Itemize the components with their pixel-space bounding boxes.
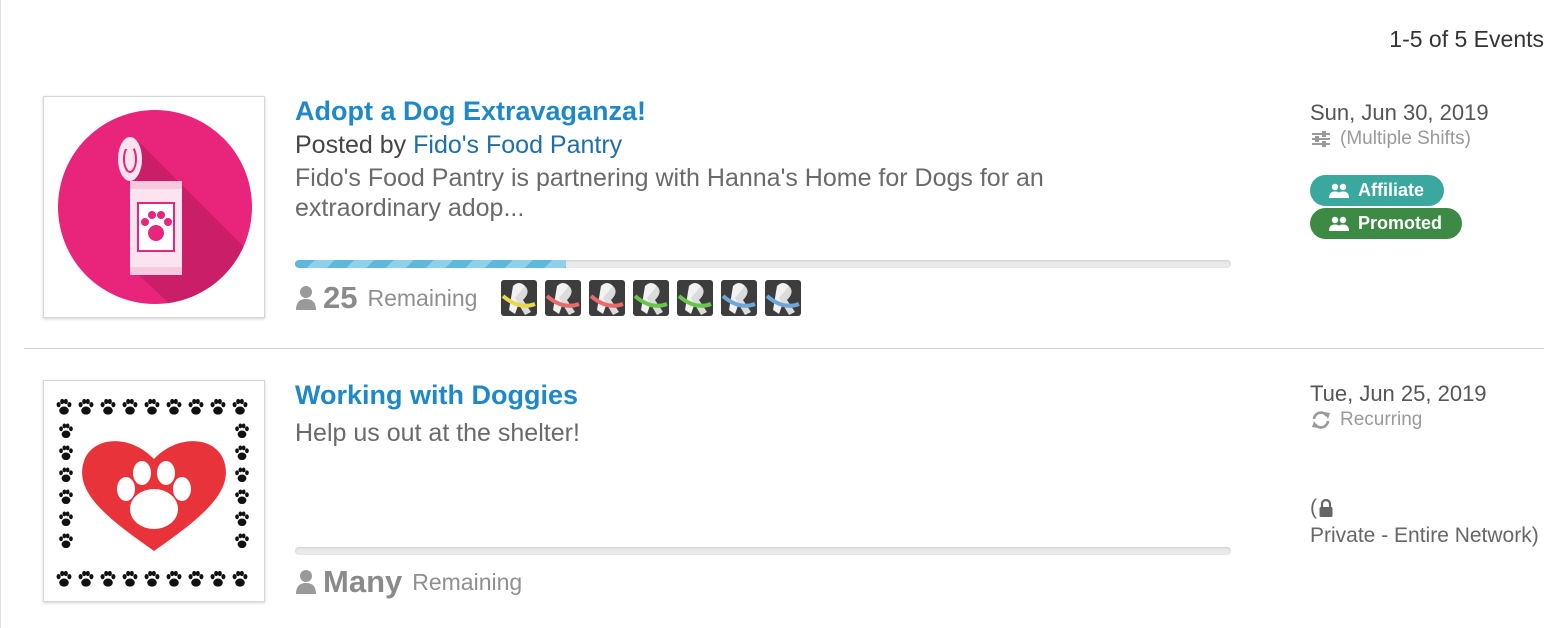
remaining-count: 25 bbox=[323, 280, 358, 315]
refresh-icon bbox=[1312, 411, 1330, 429]
remaining-count: Many bbox=[323, 564, 403, 599]
event-card: Adopt a Dog Extravaganza! Posted by Fido… bbox=[24, 96, 1544, 349]
event-meta: Tue, Jun 25, 2019 Recurring ( Private - … bbox=[1310, 380, 1540, 550]
event-title-link[interactable]: Working with Doggies bbox=[295, 380, 1235, 410]
volunteer-progress-bar bbox=[295, 260, 1231, 268]
volunteer-progress-bar bbox=[295, 547, 1231, 555]
remaining-label: Remaining bbox=[412, 568, 523, 595]
posted-by-line: Posted by Fido's Food Pantry bbox=[295, 129, 1235, 161]
lock-icon bbox=[1319, 498, 1333, 517]
person-icon bbox=[296, 570, 316, 594]
page-left-border bbox=[0, 0, 1, 628]
cause-ribbons bbox=[501, 280, 809, 316]
users-icon bbox=[1329, 183, 1349, 198]
privacy-prefix: ( bbox=[1310, 494, 1339, 522]
event-title-link[interactable]: Adopt a Dog Extravaganza! bbox=[295, 96, 1235, 126]
sliders-icon bbox=[1312, 131, 1330, 147]
dog-food-can-icon bbox=[58, 110, 252, 304]
event-description: Help us out at the shelter! bbox=[295, 419, 580, 447]
event-card: Working with Doggies Help us out at the … bbox=[24, 380, 1544, 628]
privacy-info: ( Private - Entire Network) bbox=[1310, 494, 1540, 550]
person-icon bbox=[296, 286, 316, 310]
event-description: Fido's Food Pantry is partnering with Ha… bbox=[295, 164, 1044, 222]
heart-paw-icon bbox=[56, 398, 249, 587]
recurring-label: Recurring bbox=[1340, 409, 1423, 430]
affiliate-label: Affiliate bbox=[1358, 180, 1425, 200]
cause-ribbon-icon[interactable] bbox=[677, 280, 714, 316]
event-date: Tue, Jun 25, 2019 bbox=[1310, 381, 1487, 406]
users-icon bbox=[1329, 216, 1349, 231]
privacy-label: Private - Entire Network) bbox=[1310, 524, 1539, 547]
posted-by-label: Posted by bbox=[295, 131, 407, 159]
promoted-badge: Promoted bbox=[1310, 208, 1463, 239]
cause-ribbon-icon[interactable] bbox=[765, 280, 802, 316]
cause-ribbon-icon[interactable] bbox=[721, 280, 758, 316]
shift-info: (Multiple Shifts) bbox=[1310, 127, 1540, 151]
multiple-shifts-label: (Multiple Shifts) bbox=[1340, 128, 1471, 149]
event-meta: Sun, Jun 30, 2019 (Multiple Shifts) Affi… bbox=[1310, 99, 1540, 239]
privacy-open-paren: ( bbox=[1310, 496, 1317, 519]
organizer-link[interactable]: Fido's Food Pantry bbox=[413, 131, 622, 159]
cause-ribbon-icon[interactable] bbox=[589, 280, 626, 316]
remaining-summary: 25 Remaining bbox=[295, 280, 809, 316]
remaining-summary: Many Remaining bbox=[295, 564, 522, 600]
event-thumbnail-heart-paw[interactable] bbox=[43, 380, 265, 602]
affiliate-badge: Affiliate bbox=[1310, 175, 1445, 206]
event-body: Adopt a Dog Extravaganza! Posted by Fido… bbox=[295, 96, 1235, 223]
remaining-label: Remaining bbox=[367, 284, 478, 311]
progress-bar-fill bbox=[295, 260, 567, 268]
recurring-info: Recurring bbox=[1310, 408, 1540, 432]
results-count: 1-5 of 5 Events bbox=[1389, 26, 1544, 52]
cause-ribbon-icon[interactable] bbox=[633, 280, 670, 316]
cause-ribbon-icon[interactable] bbox=[545, 280, 582, 316]
cause-ribbon-icon[interactable] bbox=[501, 280, 538, 316]
event-date: Sun, Jun 30, 2019 bbox=[1310, 100, 1489, 125]
event-thumbnail-dog-food[interactable] bbox=[43, 96, 265, 318]
promoted-label: Promoted bbox=[1358, 213, 1443, 233]
event-body: Working with Doggies Help us out at the … bbox=[295, 380, 1235, 448]
